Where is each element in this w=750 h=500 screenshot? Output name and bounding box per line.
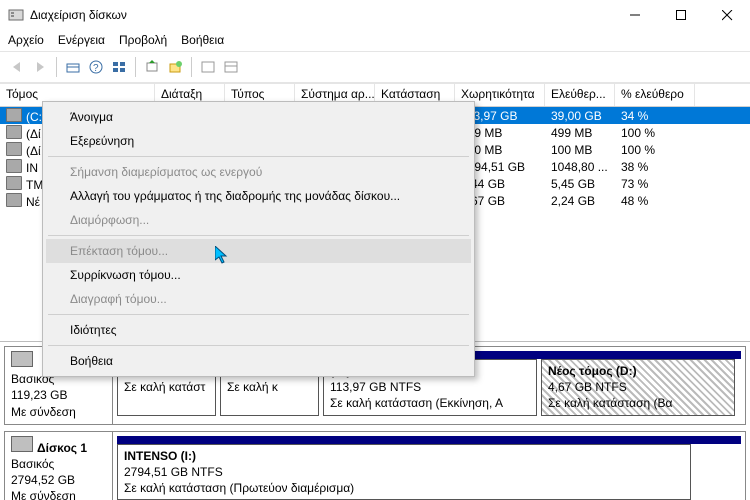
context-item: Σήμανση διαμερίσματος ως ενεργού bbox=[46, 160, 471, 184]
col-pct[interactable]: % ελεύθερο bbox=[615, 84, 695, 106]
cell: 38 % bbox=[615, 160, 695, 174]
partition[interactable]: Νέος τόμος (D:)4,67 GB NTFSΣε καλή κατάσ… bbox=[541, 359, 735, 416]
window-buttons bbox=[612, 0, 750, 30]
close-button[interactable] bbox=[704, 0, 750, 30]
cell: 100 MB bbox=[545, 143, 615, 157]
forward-icon[interactable] bbox=[29, 56, 51, 78]
context-menu: ΆνοιγμαΕξερεύνηση Σήμανση διαμερίσματος ω… bbox=[42, 101, 475, 377]
back-icon[interactable] bbox=[6, 56, 28, 78]
svg-text:?: ? bbox=[93, 63, 99, 74]
context-item: Διαγραφή τόμου... bbox=[46, 287, 471, 311]
context-separator bbox=[48, 314, 469, 315]
menu-view[interactable]: Προβολή bbox=[119, 33, 167, 47]
cell: 499 MB bbox=[545, 126, 615, 140]
window-title: Διαχείριση δίσκων bbox=[30, 8, 612, 22]
cell: 73 % bbox=[615, 177, 695, 191]
title-bar: Διαχείριση δίσκων bbox=[0, 0, 750, 31]
volume-icon bbox=[6, 193, 22, 207]
menu-help[interactable]: Βοήθεια bbox=[181, 33, 224, 47]
cell: 100 % bbox=[615, 143, 695, 157]
partition-container: INTENSO (I:)2794,51 GB NTFSΣε καλή κατάσ… bbox=[113, 432, 745, 500]
volume-icon bbox=[6, 176, 22, 190]
lists-icon[interactable] bbox=[108, 56, 130, 78]
item1-icon[interactable] bbox=[197, 56, 219, 78]
context-item[interactable]: Ιδιότητες bbox=[46, 318, 471, 342]
disk-header[interactable]: Δίσκος 1Βασικός2794,52 GBΜε σύνδεση bbox=[5, 432, 113, 500]
help-icon[interactable]: ? bbox=[85, 56, 107, 78]
cell: 34 % bbox=[615, 109, 695, 123]
minimize-button[interactable] bbox=[612, 0, 658, 30]
new-icon[interactable] bbox=[164, 56, 186, 78]
cell: 1048,80 ... bbox=[545, 160, 615, 174]
volume-icon bbox=[6, 125, 22, 139]
col-free[interactable]: Ελεύθερ... bbox=[545, 84, 615, 106]
context-item[interactable]: Αλλαγή του γράμματος ή της διαδρομής της… bbox=[46, 184, 471, 208]
disk-icon bbox=[11, 436, 33, 452]
context-separator bbox=[48, 235, 469, 236]
item2-icon[interactable] bbox=[220, 56, 242, 78]
menu-action[interactable]: Ενέργεια bbox=[58, 33, 105, 47]
volume-icon bbox=[6, 159, 22, 173]
cell: 39,00 GB bbox=[545, 109, 615, 123]
app-icon bbox=[8, 7, 24, 23]
context-item[interactable]: Εξερεύνηση bbox=[46, 129, 471, 153]
toolbar: ? bbox=[0, 51, 750, 83]
mouse-cursor-icon bbox=[215, 246, 231, 266]
volume-icon bbox=[6, 142, 22, 156]
context-separator bbox=[48, 345, 469, 346]
context-item: Διαμόρφωση... bbox=[46, 208, 471, 232]
volume-icon bbox=[6, 108, 22, 122]
cell: 48 % bbox=[615, 194, 695, 208]
refresh-icon[interactable] bbox=[141, 56, 163, 78]
cell: 5,45 GB bbox=[545, 177, 615, 191]
context-separator bbox=[48, 156, 469, 157]
view-icon[interactable] bbox=[62, 56, 84, 78]
context-item[interactable]: Συρρίκνωση τόμου... bbox=[46, 263, 471, 287]
context-item: Επέκταση τόμου... bbox=[46, 239, 471, 263]
menu-bar: Αρχείο Ενέργεια Προβολή Βοήθεια bbox=[0, 31, 750, 51]
maximize-button[interactable] bbox=[658, 0, 704, 30]
cell: 100 % bbox=[615, 126, 695, 140]
menu-file[interactable]: Αρχείο bbox=[8, 33, 44, 47]
disk-row: Δίσκος 1Βασικός2794,52 GBΜε σύνδεσηINTEN… bbox=[4, 431, 746, 500]
context-item[interactable]: Άνοιγμα bbox=[46, 105, 471, 129]
partition[interactable]: INTENSO (I:)2794,51 GB NTFSΣε καλή κατάσ… bbox=[117, 444, 691, 500]
disk-icon bbox=[11, 351, 33, 367]
context-item[interactable]: Βοήθεια bbox=[46, 349, 471, 373]
cell: 2,24 GB bbox=[545, 194, 615, 208]
